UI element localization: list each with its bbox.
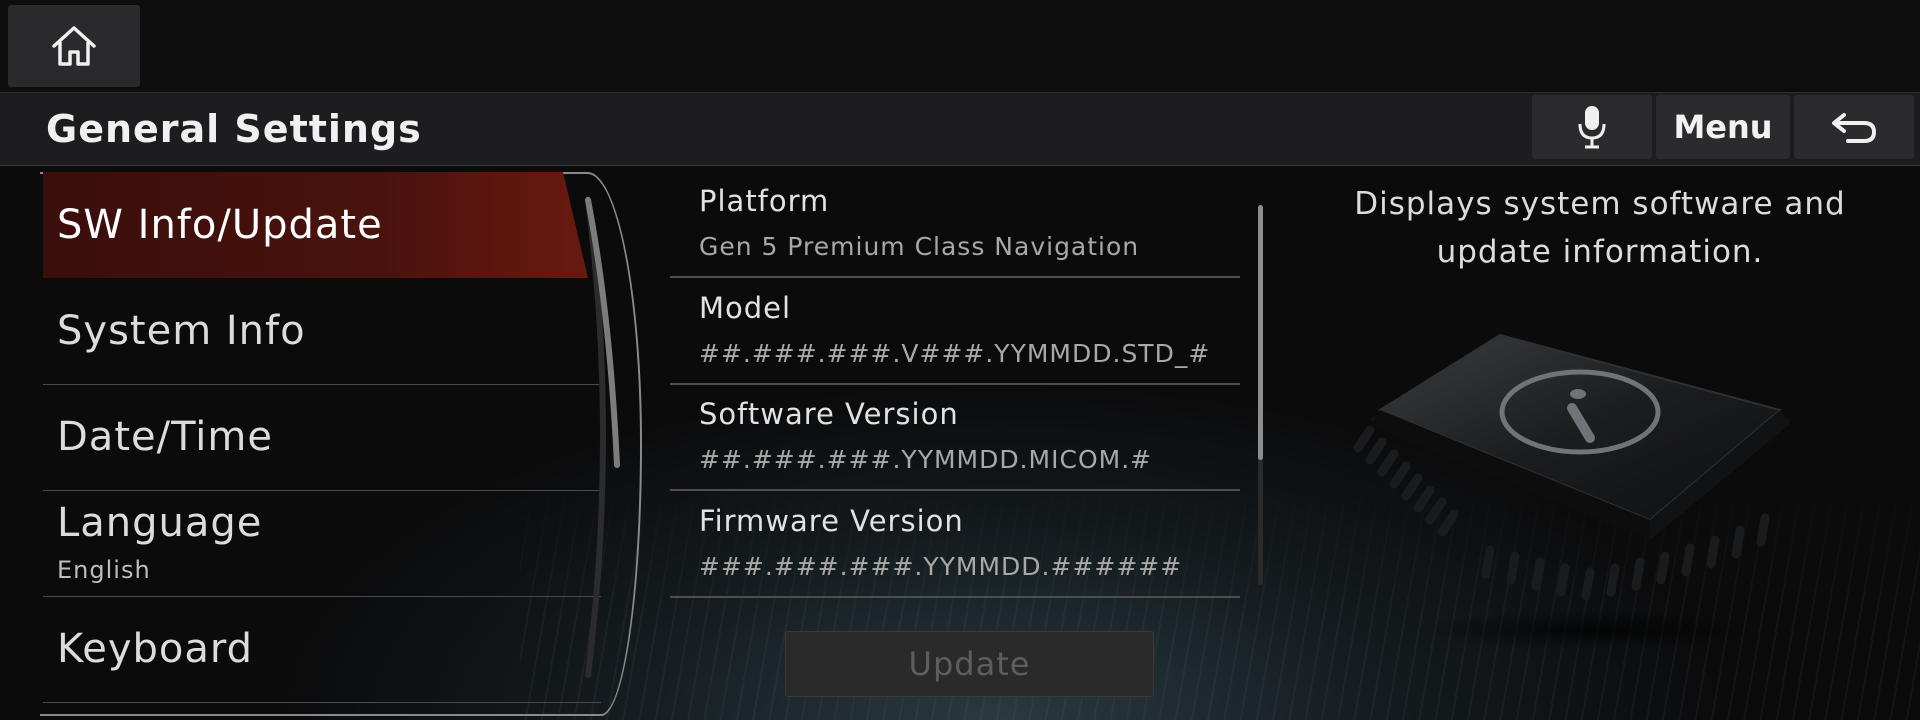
info-key: Firmware Version: [699, 504, 964, 538]
description-text: Displays system software and update info…: [1354, 186, 1846, 270]
menu-button[interactable]: Menu: [1656, 95, 1790, 159]
back-arrow-icon: [1832, 113, 1877, 143]
info-row-platform: Platform Gen 5 Premium Class Navigation: [670, 170, 1240, 278]
top-bar: [0, 0, 1920, 93]
info-row-software-version: Software Version ##.###.###.YYMMDD.MICOM…: [670, 383, 1240, 491]
info-row-model: Model ##.###.###.V###.YYMMDD.STD_#: [670, 277, 1240, 385]
sidebar-item-language[interactable]: Language English: [43, 490, 601, 597]
microphone-icon: [1578, 106, 1606, 149]
home-icon: [52, 26, 96, 66]
sidebar-item-label: Keyboard: [57, 626, 254, 672]
info-chip-icon: [1353, 333, 1790, 650]
voice-button[interactable]: [1532, 95, 1652, 159]
info-value: Gen 5 Premium Class Navigation: [699, 232, 1140, 261]
info-key: Software Version: [699, 397, 959, 431]
info-scrollbar-thumb[interactable]: [1258, 205, 1263, 460]
sidebar-item-system-info[interactable]: System Info: [43, 278, 601, 385]
sidebar-item-label: Language: [57, 500, 263, 546]
home-button[interactable]: [8, 5, 140, 87]
page-title: General Settings: [46, 107, 422, 151]
sidebar-item-label: SW Info/Update: [57, 202, 383, 248]
info-row-firmware-version: Firmware Version ###.###.###.YYMMDD.####…: [670, 490, 1240, 598]
info-value: ##.###.###.V###.YYMMDD.STD_#: [699, 339, 1211, 368]
info-key: Platform: [699, 184, 830, 218]
info-value: ###.###.###.YYMMDD.######: [699, 552, 1183, 581]
sidebar-item-keyboard[interactable]: Keyboard: [43, 596, 601, 703]
back-button[interactable]: [1794, 95, 1914, 159]
sidebar-item-label: Date/Time: [57, 414, 273, 460]
info-value: ##.###.###.YYMMDD.MICOM.#: [699, 445, 1153, 474]
sidebar-item-date-time[interactable]: Date/Time: [43, 384, 601, 491]
info-key: Model: [699, 291, 792, 325]
list-scrollbar[interactable]: [570, 195, 630, 685]
sidebar-item-sublabel: English: [57, 556, 151, 584]
update-button[interactable]: Update: [785, 631, 1154, 697]
sidebar-item-sw-info-update[interactable]: SW Info/Update: [43, 172, 588, 278]
screen: General Settings Menu SW Info/Update Sys…: [0, 0, 1920, 720]
sidebar-item-label: System Info: [57, 308, 306, 354]
settings-list: SW Info/Update System Info Date/Time Lan…: [0, 170, 642, 720]
header-bar: General Settings Menu: [0, 93, 1920, 166]
